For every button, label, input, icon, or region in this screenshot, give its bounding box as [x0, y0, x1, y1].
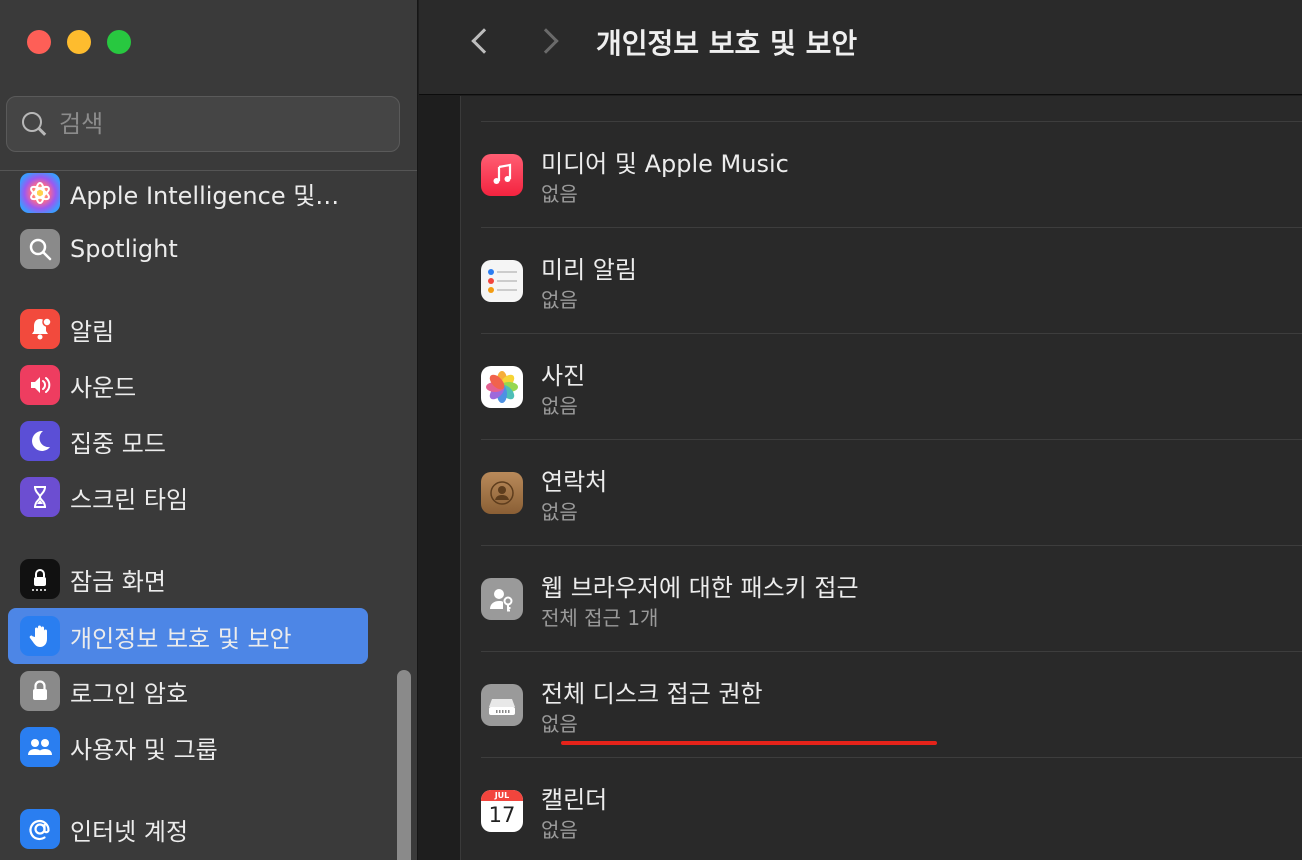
- sidebar-item-label: 개인정보 보호 및 보안: [70, 624, 292, 653]
- sidebar-item-label: 사용자 및 그룹: [70, 735, 218, 764]
- list-item-passkey-access[interactable]: 웹 브라우저에 대한 패스키 접근 전체 접근 1개: [461, 546, 1302, 652]
- calendar-icon: JUL 17: [481, 790, 523, 832]
- speaker-icon: [20, 365, 60, 405]
- row-subtitle: 없음: [541, 818, 578, 842]
- toolbar: 개인정보 보호 및 보안: [419, 0, 1302, 95]
- lock-icon: [20, 671, 60, 711]
- row-subtitle: 없음: [541, 288, 578, 312]
- sidebar-item-privacy-security[interactable]: 개인정보 보호 및 보안: [8, 608, 368, 664]
- at-icon: [20, 809, 60, 849]
- window-controls: [27, 30, 131, 54]
- row-subtitle: 전체 접근 1개: [541, 606, 659, 630]
- list-item-media-music[interactable]: 미디어 및 Apple Music 없음: [461, 122, 1302, 228]
- chevron-right-icon: [533, 28, 559, 54]
- calendar-month: JUL: [481, 790, 523, 801]
- main-panel: 개인정보 보호 및 보안 미디어 및 Apple Music 없음 미리 알림 …: [419, 0, 1302, 860]
- sidebar-item-apple-intelligence[interactable]: Apple Intelligence 및…: [8, 165, 368, 221]
- sidebar-item-internet-accounts[interactable]: 인터넷 계정: [8, 801, 368, 857]
- sidebar-item-label: 잠금 화면: [70, 567, 166, 596]
- search-icon: [19, 109, 49, 139]
- users-icon: [20, 727, 60, 767]
- zoom-window-button[interactable]: [107, 30, 131, 54]
- row-title: 미디어 및 Apple Music: [541, 150, 789, 178]
- list-item-reminders[interactable]: 미리 알림 없음: [461, 228, 1302, 334]
- red-underline-annotation: [561, 741, 937, 745]
- reminders-icon: [481, 260, 523, 302]
- music-icon: [481, 154, 523, 196]
- row-title: 캘린더: [541, 786, 608, 814]
- row-subtitle: 없음: [541, 182, 578, 206]
- apple-intelligence-icon: [20, 173, 60, 213]
- back-button[interactable]: [465, 26, 497, 56]
- sidebar-item-label: 집중 모드: [70, 429, 166, 458]
- photos-icon: [481, 366, 523, 408]
- sidebar-item-label: Apple Intelligence 및…: [70, 181, 340, 210]
- passkey-icon: [481, 578, 523, 620]
- row-subtitle: 없음: [541, 394, 578, 418]
- sidebar-item-label: 스크린 타임: [70, 485, 189, 514]
- lock-screen-icon: [20, 559, 60, 599]
- sidebar-item-login-password[interactable]: 로그인 암호: [8, 663, 368, 719]
- privacy-list: 미디어 및 Apple Music 없음 미리 알림 없음 사진 없음 연락처 …: [460, 96, 1302, 860]
- sidebar-item-users-groups[interactable]: 사용자 및 그룹: [8, 719, 368, 775]
- sidebar-item-label: 로그인 암호: [70, 679, 189, 708]
- sidebar: Apple Intelligence 및… Spotlight 알림 사운드 집…: [0, 0, 418, 860]
- sidebar-item-label: 알림: [70, 317, 115, 346]
- sidebar-item-notifications[interactable]: 알림: [8, 301, 368, 357]
- close-window-button[interactable]: [27, 30, 51, 54]
- bell-icon: [20, 309, 60, 349]
- row-title: 전체 디스크 접근 권한: [541, 680, 763, 708]
- chevron-left-icon: [471, 28, 497, 54]
- sidebar-item-focus[interactable]: 집중 모드: [8, 413, 368, 469]
- hourglass-icon: [20, 477, 60, 517]
- page-title: 개인정보 보호 및 보안: [596, 27, 858, 60]
- calendar-day: 17: [488, 803, 516, 827]
- minimize-window-button[interactable]: [67, 30, 91, 54]
- sidebar-item-spotlight[interactable]: Spotlight: [8, 221, 368, 277]
- hand-icon: [20, 616, 60, 656]
- contacts-icon: [481, 472, 523, 514]
- row-title: 사진: [541, 362, 586, 390]
- spotlight-icon: [20, 229, 60, 269]
- list-item-calendar[interactable]: JUL 17 캘린더 없음: [461, 758, 1302, 860]
- sidebar-item-lock-screen[interactable]: 잠금 화면: [8, 551, 368, 607]
- list-item-photos[interactable]: 사진 없음: [461, 334, 1302, 440]
- moon-icon: [20, 421, 60, 461]
- sidebar-scrollbar[interactable]: [397, 670, 411, 860]
- sidebar-item-sound[interactable]: 사운드: [8, 357, 368, 413]
- sidebar-item-label: 인터넷 계정: [70, 817, 189, 846]
- disk-icon: [481, 684, 523, 726]
- sidebar-item-label: Spotlight: [70, 235, 178, 263]
- sidebar-item-screen-time[interactable]: 스크린 타임: [8, 469, 368, 525]
- row-subtitle: 없음: [541, 500, 578, 524]
- row-subtitle: 없음: [541, 712, 578, 736]
- forward-button[interactable]: [533, 26, 565, 56]
- search-input[interactable]: [59, 110, 359, 138]
- search-field[interactable]: [6, 96, 400, 152]
- sidebar-item-label: 사운드: [70, 373, 137, 402]
- row-title: 미리 알림: [541, 256, 637, 284]
- row-title: 연락처: [541, 468, 608, 496]
- list-item-contacts[interactable]: 연락처 없음: [461, 440, 1302, 546]
- row-title: 웹 브라우저에 대한 패스키 접근: [541, 574, 859, 602]
